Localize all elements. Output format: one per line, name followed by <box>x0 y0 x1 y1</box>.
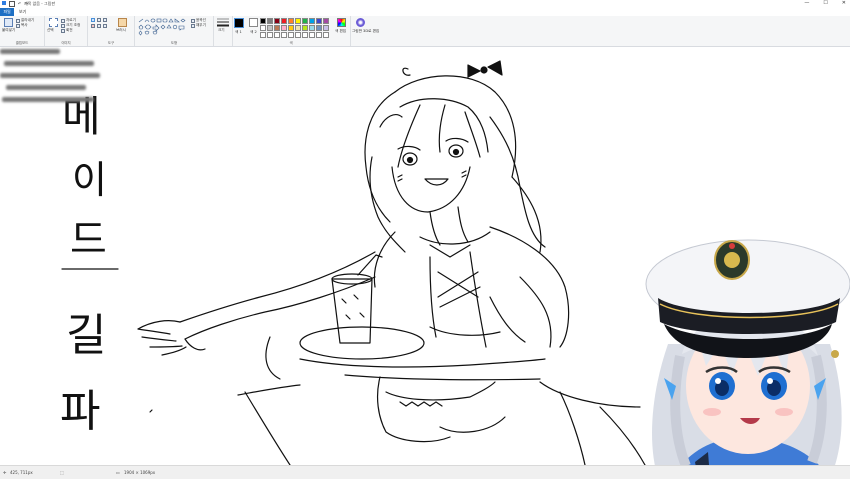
palette-color-swatch[interactable] <box>302 32 308 38</box>
fill-shape-icon[interactable] <box>191 23 195 28</box>
palette-color-swatch[interactable] <box>309 25 315 31</box>
fill-label[interactable]: 채우기 <box>196 23 206 28</box>
paint3d-label[interactable]: 그림판 3D로 편집 <box>352 29 379 34</box>
select-label[interactable]: 선택 <box>47 28 54 33</box>
palette-color-swatch[interactable] <box>316 18 322 24</box>
status-bar: ✛ 425, 711px ⬚ ▭ 1904 × 1069px <box>0 465 850 479</box>
rotate-icon[interactable] <box>61 28 65 33</box>
tools-group-label: 도구 <box>107 41 115 45</box>
palette-color-swatch[interactable] <box>302 18 308 24</box>
copy-label[interactable]: 복사 <box>21 23 28 28</box>
crop-icon[interactable] <box>61 18 65 23</box>
ribbon-tabs: 파일 보기 <box>0 8 850 16</box>
palette-color-swatch[interactable] <box>295 32 301 38</box>
palette-color-swatch[interactable] <box>316 32 322 38</box>
shapes-gallery[interactable] <box>138 18 190 36</box>
resize-icon[interactable] <box>61 23 65 28</box>
color-picker-icon[interactable] <box>97 24 101 28</box>
shapes-group-label: 도형 <box>170 41 178 45</box>
fill-icon[interactable] <box>97 18 101 22</box>
palette-color-swatch[interactable] <box>267 32 273 38</box>
select-icon[interactable] <box>49 18 58 27</box>
maximize-button[interactable]: ☐ <box>823 0 827 6</box>
shapes-group: 윤곽선 채우기 도형 <box>135 16 214 46</box>
edit-colors-label[interactable]: 색 편집 <box>335 29 346 34</box>
palette-color-swatch[interactable] <box>274 25 280 31</box>
tools-group: 브러시 도구 <box>88 16 135 46</box>
size-label[interactable]: 크기 <box>218 28 225 33</box>
eraser-icon[interactable] <box>91 24 95 28</box>
cursor-position: 425, 711px <box>10 470 33 475</box>
edit-colors-icon[interactable] <box>337 18 346 27</box>
copy-icon[interactable] <box>16 23 20 28</box>
outline-icon[interactable] <box>191 18 195 23</box>
image-group-label: 이미지 <box>61 41 71 45</box>
palette-color-swatch[interactable] <box>288 32 294 38</box>
color-palette <box>260 18 329 38</box>
brushes-label[interactable]: 브러시 <box>116 28 126 33</box>
ribbon: 붙여넣기 잘라내기 복사 클립보드 선택 자르기 크기 조정 회전 이미지 브러… <box>0 16 850 47</box>
pencil-icon[interactable] <box>91 18 95 22</box>
palette-color-swatch[interactable] <box>260 32 266 38</box>
vtuber-avatar-overlay <box>645 239 850 478</box>
palette-color-swatch[interactable] <box>288 18 294 24</box>
size-group: 크기 <box>214 16 233 46</box>
undo-icon[interactable]: ↶ <box>18 1 22 6</box>
window-title: 제목 없음 - 그림판 <box>24 1 56 6</box>
tab-view[interactable]: 보기 <box>14 8 31 16</box>
palette-color-swatch[interactable] <box>281 18 287 24</box>
paint3d-icon[interactable] <box>356 18 365 27</box>
image-size: 1904 × 1069px <box>124 470 156 475</box>
paint-app-icon <box>2 1 6 5</box>
clipboard-group: 붙여넣기 잘라내기 복사 클립보드 <box>0 16 45 46</box>
palette-color-swatch[interactable] <box>309 32 315 38</box>
palette-color-swatch[interactable] <box>267 25 273 31</box>
palette-color-swatch[interactable] <box>288 25 294 31</box>
paste-label[interactable]: 붙여넣기 <box>2 28 15 33</box>
palette-color-swatch[interactable] <box>309 18 315 24</box>
cursor-position-icon: ✛ <box>3 470 7 475</box>
palette-color-swatch[interactable] <box>274 18 280 24</box>
size-icon[interactable] <box>217 18 229 28</box>
text-icon[interactable] <box>103 18 107 22</box>
palette-color-swatch[interactable] <box>260 18 266 24</box>
window-controls: — ☐ ✕ <box>804 0 846 6</box>
close-button[interactable]: ✕ <box>842 0 846 6</box>
palette-color-swatch[interactable] <box>281 25 287 31</box>
selection-size-icon: ⬚ <box>60 470 64 475</box>
cut-icon[interactable] <box>16 18 20 23</box>
palette-color-swatch[interactable] <box>295 18 301 24</box>
title-bar: ↶ ↷ 제목 없음 - 그림판 — ☐ ✕ <box>0 0 850 8</box>
rotate-label[interactable]: 회전 <box>66 28 73 33</box>
blurred-note <box>0 49 100 102</box>
palette-color-swatch[interactable] <box>260 25 266 31</box>
palette-color-swatch[interactable] <box>295 25 301 31</box>
palette-color-swatch[interactable] <box>323 18 329 24</box>
palette-color-swatch[interactable] <box>274 32 280 38</box>
paste-icon[interactable] <box>4 18 13 27</box>
palette-color-swatch[interactable] <box>267 18 273 24</box>
color2-swatch[interactable] <box>249 18 258 27</box>
color1-label[interactable]: 색 1 <box>235 30 242 35</box>
image-group: 선택 자르기 크기 조정 회전 이미지 <box>45 16 88 46</box>
color1-swatch[interactable] <box>234 18 244 28</box>
minimize-button[interactable]: — <box>804 0 809 6</box>
palette-color-swatch[interactable] <box>323 32 329 38</box>
palette-color-swatch[interactable] <box>323 25 329 31</box>
color2-label[interactable]: 색 2 <box>250 30 257 35</box>
palette-color-swatch[interactable] <box>302 25 308 31</box>
palette-color-swatch[interactable] <box>281 32 287 38</box>
palette-color-swatch[interactable] <box>316 25 322 31</box>
image-size-icon: ▭ <box>116 470 120 475</box>
colors-group-label: 색 <box>289 41 293 45</box>
brushes-icon[interactable] <box>118 18 127 27</box>
magnifier-icon[interactable] <box>103 24 107 28</box>
clipboard-group-label: 클립보드 <box>15 41 29 45</box>
save-icon[interactable] <box>9 1 15 7</box>
tab-file[interactable]: 파일 <box>0 8 14 16</box>
